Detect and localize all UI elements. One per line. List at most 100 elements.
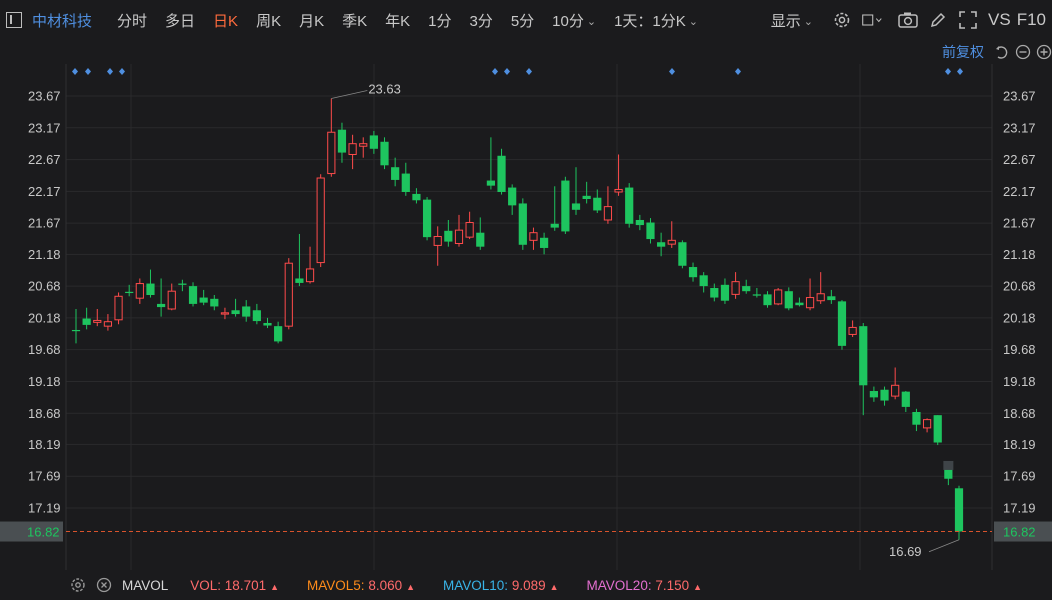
up-arrow-icon: ▲ (406, 581, 416, 592)
up-arrow-icon: ▲ (270, 581, 280, 592)
candle-body (678, 242, 687, 266)
candle-body (71, 329, 81, 332)
candle-body (774, 289, 783, 305)
mavol20-name: MAVOL20: (586, 577, 652, 593)
event-marker-icon (526, 68, 532, 75)
candle-body (146, 283, 155, 296)
candle-body (359, 143, 368, 147)
y-tick-label-left: 18.19 (28, 437, 61, 452)
mavol10-number: 9.089 (511, 577, 546, 593)
candle-body (752, 294, 761, 296)
max-price-label: 23.63 (368, 82, 401, 97)
y-tick-label-left: 21.18 (28, 247, 61, 262)
candle-body (593, 197, 602, 211)
candle-body (305, 268, 315, 283)
candle-body (614, 188, 623, 193)
up-arrow-icon: ▲ (693, 581, 703, 592)
candle-body (550, 223, 559, 228)
candle-body (231, 310, 240, 315)
candle-body (848, 326, 857, 335)
candle-body (220, 312, 230, 315)
candle-body (571, 203, 581, 210)
candle-body (901, 391, 910, 407)
candle-body (603, 206, 613, 221)
candle-body (188, 286, 198, 304)
y-tick-label-left: 22.67 (28, 152, 61, 167)
candle-body (178, 283, 187, 285)
candle-body (954, 488, 964, 532)
y-tick-label-left: 18.68 (28, 406, 61, 421)
event-marker-icon (735, 68, 741, 75)
y-tick-label-right: 18.68 (1003, 406, 1036, 421)
candle-body (295, 278, 304, 283)
candle-body (933, 415, 942, 443)
last-price-label-right: 16.82 (1003, 525, 1036, 540)
candle-body (444, 230, 453, 242)
y-tick-label-left: 19.68 (28, 342, 61, 357)
candle-body (869, 391, 878, 398)
event-marker-icon (669, 68, 675, 75)
y-tick-label-right: 21.18 (1003, 247, 1036, 262)
y-tick-label-right: 17.19 (1003, 501, 1036, 516)
close-icon[interactable] (96, 577, 112, 593)
event-marker-icon (107, 68, 113, 75)
candle-body (135, 283, 144, 299)
candle-body (582, 195, 591, 199)
vol-value: VOL: 18.701 ▲ (190, 578, 279, 593)
candle-body (561, 180, 570, 232)
candle-body (625, 187, 634, 224)
candle-body (465, 222, 474, 238)
candle-body (486, 180, 496, 186)
candle-body (369, 135, 378, 149)
event-marker-icon (119, 68, 125, 75)
y-tick-label-right: 23.17 (1003, 120, 1036, 135)
mavol20-number: 7.150 (655, 577, 690, 593)
candle-body (922, 419, 932, 429)
candle-body (422, 199, 432, 238)
y-tick-label-right: 19.68 (1003, 342, 1036, 357)
candle-body (699, 275, 708, 287)
y-tick-label-right: 22.67 (1003, 152, 1036, 167)
candle-body (327, 131, 336, 175)
candle-body (157, 303, 166, 308)
candle-body (93, 319, 102, 323)
candle-body (805, 297, 815, 309)
min-price-label: 16.69 (889, 544, 922, 559)
mavol10-value: MAVOL10: 9.089 ▲ (443, 578, 559, 593)
event-marker-icon (85, 68, 91, 75)
candle-body (912, 411, 921, 425)
candle-body (880, 389, 889, 401)
y-tick-label-left: 21.67 (28, 216, 61, 231)
y-tick-label-right: 17.69 (1003, 469, 1036, 484)
candle-body (731, 281, 740, 295)
candle-body (412, 193, 421, 201)
volume-legend: MAVOL VOL: 18.701 ▲ MAVOL5: 8.060 ▲ MAVOL1… (70, 574, 730, 596)
candle-body (816, 293, 825, 302)
candle-body (539, 237, 549, 248)
min-pointer-line (928, 539, 960, 553)
y-tick-label-right: 22.17 (1003, 184, 1036, 199)
candle-body (167, 290, 176, 310)
mavol-label[interactable]: MAVOL (122, 578, 168, 593)
candle-body (125, 291, 134, 294)
candle-body (337, 129, 347, 153)
event-marker-icon (945, 68, 951, 75)
candle-body (891, 384, 900, 397)
settings-icon[interactable] (70, 577, 86, 593)
candle-body (380, 141, 389, 166)
y-tick-label-left: 20.68 (28, 279, 61, 294)
candle-body (529, 232, 538, 241)
max-pointer-line (331, 90, 368, 99)
kline-chart[interactable]: 23.67 23.67 23.17 23.17 22.67 22.67 22.17 22.17… (0, 0, 1052, 600)
candle-body (210, 298, 219, 307)
candle-body (433, 236, 442, 246)
candle-body (837, 301, 847, 346)
candle-body (316, 177, 325, 264)
event-marker-icon (957, 68, 963, 75)
y-tick-label-left: 17.19 (28, 501, 61, 516)
candle-body (795, 302, 804, 306)
candle-body (263, 322, 272, 326)
candle-body (742, 286, 751, 292)
y-tick-label-left: 20.18 (28, 310, 61, 325)
y-tick-label-right: 21.67 (1003, 216, 1036, 231)
